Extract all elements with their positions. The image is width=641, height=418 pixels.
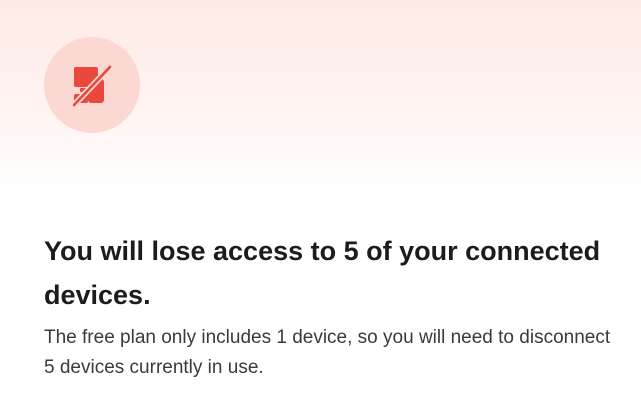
downgrade-warning-dialog: You will lose access to 5 of your connec… <box>0 0 641 418</box>
icon-badge <box>44 37 140 133</box>
dialog-title: You will lose access to 5 of your connec… <box>44 236 601 310</box>
devices-disconnected-icon <box>71 64 113 107</box>
dialog-description: The free plan only includes 1 device, so… <box>44 327 611 378</box>
dialog-hero <box>0 0 641 200</box>
